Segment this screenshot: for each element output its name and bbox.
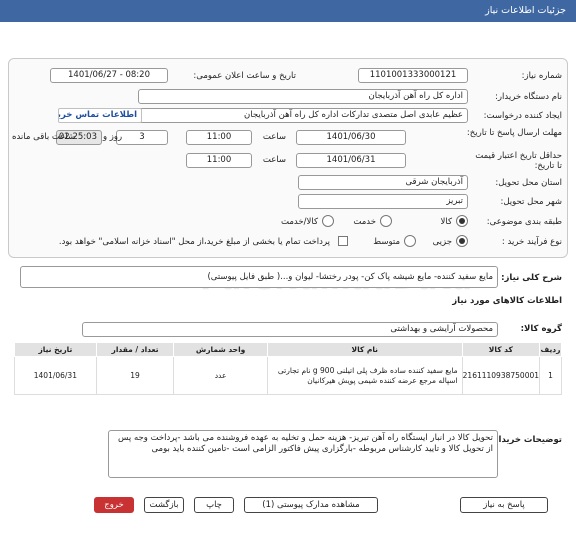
price-validity-label: حداقل تاریخ اعتبار قیمت تا تاریخ: — [475, 151, 562, 171]
col-header-name: نام کالا — [266, 342, 463, 357]
category-radio-goods-service[interactable] — [322, 215, 334, 227]
category-label: طبقه بندی موضوعی: — [486, 217, 562, 227]
col-header-unit: واحد شمارش — [173, 342, 268, 357]
remaining-days-field: 3 — [116, 130, 168, 145]
process-radio-minor[interactable] — [456, 235, 468, 247]
announce-datetime-field: 1401/06/27 - 08:20 — [50, 68, 168, 83]
purchase-process-label: نوع فرآیند خرید : — [501, 237, 562, 247]
category-option-goods-service: کالا/خدمت — [281, 217, 318, 227]
buyer-notes-label: توضیحات خریدار: — [490, 435, 562, 445]
cell-qty: 19 — [95, 356, 175, 395]
delivery-city-label: شهر محل تحویل: — [500, 197, 562, 207]
announce-datetime-label: تاریخ و ساعت اعلان عمومی: — [193, 71, 296, 81]
delivery-province-field: آذربایجان شرقی — [298, 175, 468, 190]
buyer-org-field: اداره کل راه آهن آذربایجان — [138, 89, 468, 104]
page-title-bar: جزئیات اطلاعات نیاز — [0, 0, 576, 22]
requester-label: ایجاد کننده درخواست: — [483, 111, 562, 121]
reply-button[interactable]: پاسخ به نیاز — [460, 497, 548, 513]
process-radio-medium[interactable] — [404, 235, 416, 247]
back-button[interactable]: بازگشت — [144, 497, 184, 513]
cell-date: 1401/06/31 — [14, 356, 97, 395]
view-attachments-button[interactable]: مشاهده مدارک پیوستی (1) — [244, 497, 378, 513]
col-header-code: کد کالا — [461, 342, 541, 357]
need-number-field: 1101001333000121 — [358, 68, 468, 83]
process-option-minor: جزیی — [432, 237, 452, 247]
cell-code: 2161110938750001 — [461, 356, 541, 395]
general-description-label: شرح کلی نیاز: — [501, 273, 562, 283]
print-button[interactable]: چاپ — [194, 497, 234, 513]
treasury-payment-note: پرداخت تمام یا بخشی از مبلغ خرید،از محل … — [58, 237, 330, 247]
process-option-medium: متوسط — [373, 237, 400, 247]
goods-info-title: اطلاعات کالاهای مورد نیاز — [452, 296, 562, 306]
response-deadline-label: مهلت ارسال پاسخ تا تاریخ: — [466, 128, 562, 138]
treasury-payment-checkbox[interactable] — [338, 236, 348, 246]
delivery-city-field: تبریز — [298, 194, 468, 209]
table-row: 1 2161110938750001 مایع سفید کننده ساده … — [14, 356, 562, 395]
need-number-label: شماره نیاز: — [521, 71, 562, 81]
remaining-time-label: ساعت باقی مانده — [12, 132, 76, 142]
requester-field: عظیم عابدی اصل متصدی تدارکات اداره کل را… — [138, 108, 468, 123]
price-validity-time: 11:00 — [186, 153, 252, 168]
price-validity-date: 1401/06/31 — [296, 153, 406, 168]
remaining-days-label: روز و — [103, 132, 123, 142]
price-validity-time-label: ساعت — [262, 155, 286, 165]
goods-group-field: محصولات آرایشی و بهداشتی — [82, 322, 498, 337]
goods-group-label: گروه کالا: — [520, 324, 562, 334]
category-option-service: خدمت — [353, 217, 376, 227]
response-deadline-time: 11:00 — [186, 130, 252, 145]
exit-button[interactable]: خروج — [94, 497, 134, 513]
goods-table: ردیف کد کالا نام کالا واحد شمارش تعداد /… — [14, 342, 562, 395]
cell-row: 1 — [539, 356, 562, 395]
response-deadline-date: 1401/06/30 — [296, 130, 406, 145]
delivery-province-label: استان محل تحویل: — [495, 178, 562, 188]
buyer-contact-link[interactable]: اطلاعات تماس خریدار — [58, 108, 142, 123]
cell-unit: عدد — [173, 356, 268, 395]
category-radio-goods[interactable] — [456, 215, 468, 227]
general-description-field: مایع سفید کننده- مایع شیشه پاک کن- پودر … — [20, 266, 498, 288]
category-option-goods: کالا — [440, 217, 452, 227]
col-header-qty: تعداد / مقدار — [95, 342, 175, 357]
cell-name: مایع سفید کننده ساده ظرف پلی اتیلنی 900 … — [266, 356, 463, 395]
col-header-row: ردیف — [539, 342, 562, 357]
buyer-notes-field: تحویل کالا در انبار ایستگاه راه آهن تبری… — [108, 430, 498, 478]
page-title: جزئیات اطلاعات نیاز — [485, 5, 566, 16]
response-deadline-time-label: ساعت — [262, 132, 286, 142]
col-header-date: تاریخ نیاز — [14, 342, 97, 357]
goods-table-header: ردیف کد کالا نام کالا واحد شمارش تعداد /… — [14, 342, 562, 357]
category-radio-service[interactable] — [380, 215, 392, 227]
buyer-org-label: نام دستگاه خریدار: — [495, 92, 562, 102]
